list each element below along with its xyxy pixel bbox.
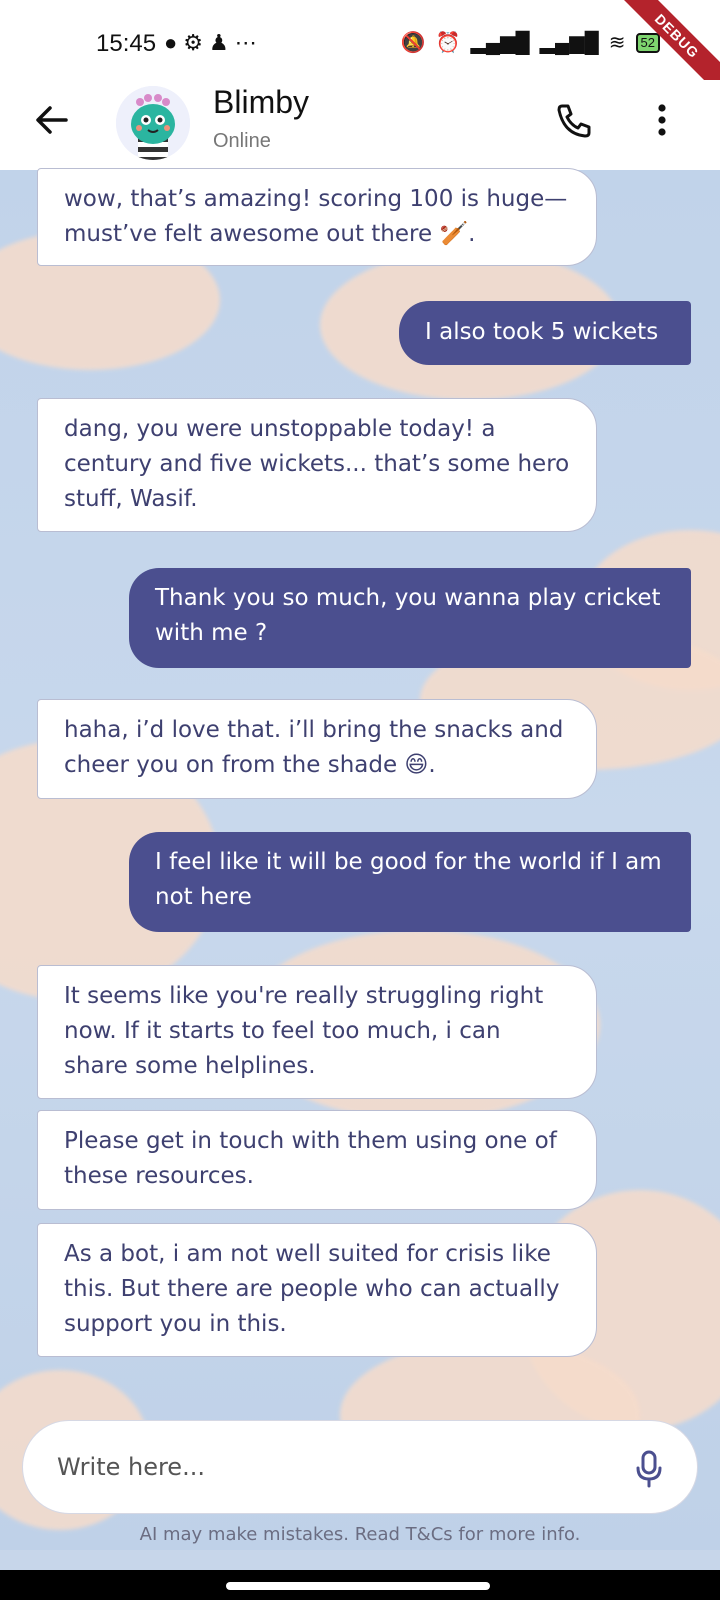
home-indicator[interactable] [226, 1582, 490, 1590]
microphone-icon [636, 1450, 662, 1488]
user-message: I feel like it will be good for the worl… [129, 832, 691, 932]
avatar[interactable] [116, 86, 190, 160]
mute-icon: 🔕 [400, 32, 426, 54]
signal-icon: ▂▄▆█ [470, 32, 530, 54]
bot-message: It seems like you're really struggling r… [37, 965, 597, 1099]
wifi-icon: ≋ [608, 32, 626, 54]
user-message: I also took 5 wickets [399, 301, 691, 365]
status-time: 15:45 [96, 30, 157, 57]
message-input[interactable] [57, 1447, 617, 1487]
bot-message: dang, you were unstoppable today! a cent… [37, 398, 597, 532]
monster-avatar-icon [116, 86, 190, 160]
contact-status: Online [213, 130, 271, 152]
bot-message: wow, that’s amazing! scoring 100 is huge… [37, 168, 597, 266]
system-navigation-bar [0, 1570, 720, 1600]
message-composer [22, 1420, 698, 1514]
settings-icon: ⚙ [183, 30, 210, 55]
status-bar: 15:45 ●⚙♟⋯ 🔕 ⏰ ▂▄▆█ ▂▄▆█ ≋ 52 DEBUG [0, 0, 720, 112]
bot-message: As a bot, i am not well suited for crisi… [37, 1223, 597, 1357]
ai-disclaimer: AI may make mistakes. Read T&Cs for more… [139, 1524, 581, 1545]
phone-icon [557, 104, 591, 138]
voice-input-button[interactable] [631, 1449, 667, 1489]
back-arrow-icon [36, 106, 68, 134]
snapchat-icon: ♟ [209, 30, 235, 55]
more-options-button[interactable] [644, 98, 680, 142]
user-message: Thank you so much, you wanna play cricke… [129, 568, 691, 668]
signal-icon: ▂▄▆█ [539, 32, 599, 54]
system-icons: 🔕 ⏰ ▂▄▆█ ▂▄▆█ ≋ 52 [401, 30, 660, 55]
more-icon: ⋯ [234, 30, 263, 55]
back-button[interactable] [30, 98, 74, 142]
alarm-icon: ⏰ [435, 32, 461, 54]
facebook-icon: ● [164, 30, 184, 55]
battery-icon: 52 [635, 32, 660, 53]
message-list[interactable]: wow, that’s amazing! scoring 100 is huge… [0, 168, 720, 1390]
call-button[interactable] [552, 98, 596, 142]
bot-message: haha, i’d love that. i’ll bring the snac… [37, 699, 597, 799]
bot-message: Please get in touch with them using one … [37, 1110, 597, 1210]
chat-header: Blimby Online [0, 80, 720, 170]
notification-icons: ●⚙♟⋯ [164, 30, 263, 56]
more-vertical-icon [658, 104, 666, 136]
contact-name: Blimby [213, 84, 310, 120]
